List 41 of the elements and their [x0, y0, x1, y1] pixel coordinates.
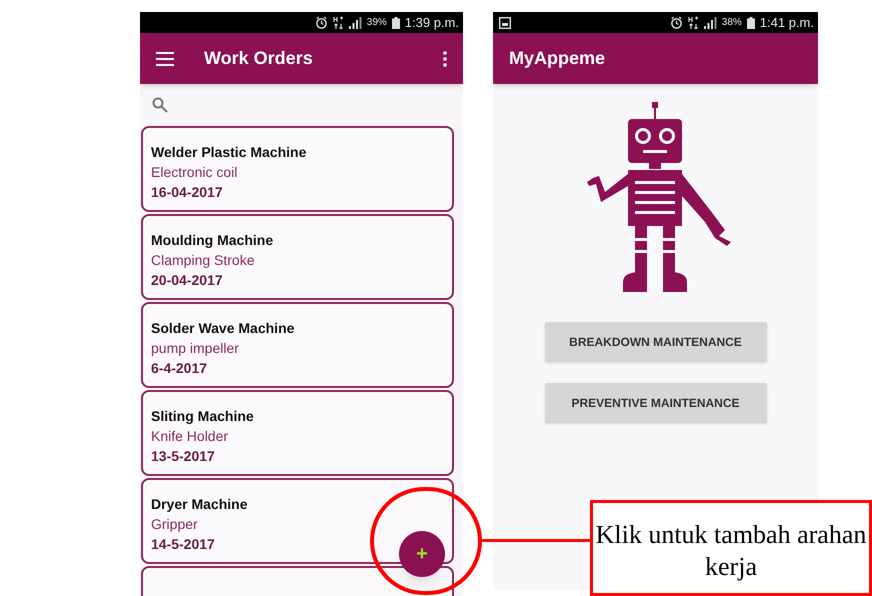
search-icon[interactable] — [152, 97, 168, 113]
work-order-card[interactable]: Solder Wave Machine pump impeller 6-4-2017 — [141, 302, 454, 388]
order-date: 14-5-2017 — [151, 536, 215, 553]
battery-icon — [392, 16, 400, 28]
work-order-card[interactable]: Sliting Machine Knife Holder 13-5-2017 — [141, 390, 454, 476]
status-time: 1:39 p.m. — [404, 14, 459, 32]
signal-icon — [348, 16, 362, 28]
menu-icon[interactable] — [156, 52, 174, 66]
image-notification-icon — [499, 16, 511, 28]
machine-name: Welder Plastic Machine — [151, 144, 306, 161]
battery-percent: 39% — [366, 16, 387, 30]
app-title: MyAppeme — [509, 47, 606, 70]
part-name: Clamping Stroke — [151, 252, 254, 269]
part-name: Gripper — [151, 516, 198, 533]
app-title: Work Orders — [204, 47, 313, 70]
machine-name: Moulding Machine — [151, 232, 274, 249]
maintenance-button[interactable]: BREAKDOWN MAINTENANCE — [544, 322, 766, 362]
machine-name: Dryer Machine — [151, 496, 248, 513]
alarm-clock-icon — [314, 16, 328, 29]
callout-text: Klik untuk tambah arahan kerja — [594, 519, 868, 583]
machine-name: Solder Wave Machine — [151, 320, 294, 337]
battery-percent: 38% — [722, 16, 742, 30]
part-name: pump impeller — [151, 340, 239, 357]
network-type-icon — [332, 16, 344, 29]
order-date: 16-04-2017 — [151, 184, 223, 201]
machine-name: Sliting Machine — [151, 408, 254, 425]
battery-icon — [746, 16, 755, 28]
order-date: 6-4-2017 — [151, 360, 208, 377]
order-date: 20-04-2017 — [151, 272, 223, 289]
part-name: Knife Holder — [151, 428, 228, 445]
network-type-icon — [688, 16, 699, 29]
alarm-clock-icon — [670, 16, 683, 29]
work-order-card[interactable]: Moulding Machine Clamping Stroke 20-04-2017 — [141, 214, 454, 300]
more-options-icon[interactable] — [443, 50, 447, 66]
maintenance-button[interactable]: PREVENTIVE MAINTENANCE — [544, 383, 766, 423]
status-time: 1:41 p.m. — [760, 14, 814, 32]
work-order-card[interactable]: Welder Plastic Machine Electronic coil 16-04-2017 — [141, 126, 454, 212]
signal-icon — [704, 16, 717, 28]
work-order-card[interactable] — [141, 566, 454, 596]
part-name: Electronic coil — [151, 164, 238, 181]
order-date: 13-5-2017 — [151, 448, 215, 465]
